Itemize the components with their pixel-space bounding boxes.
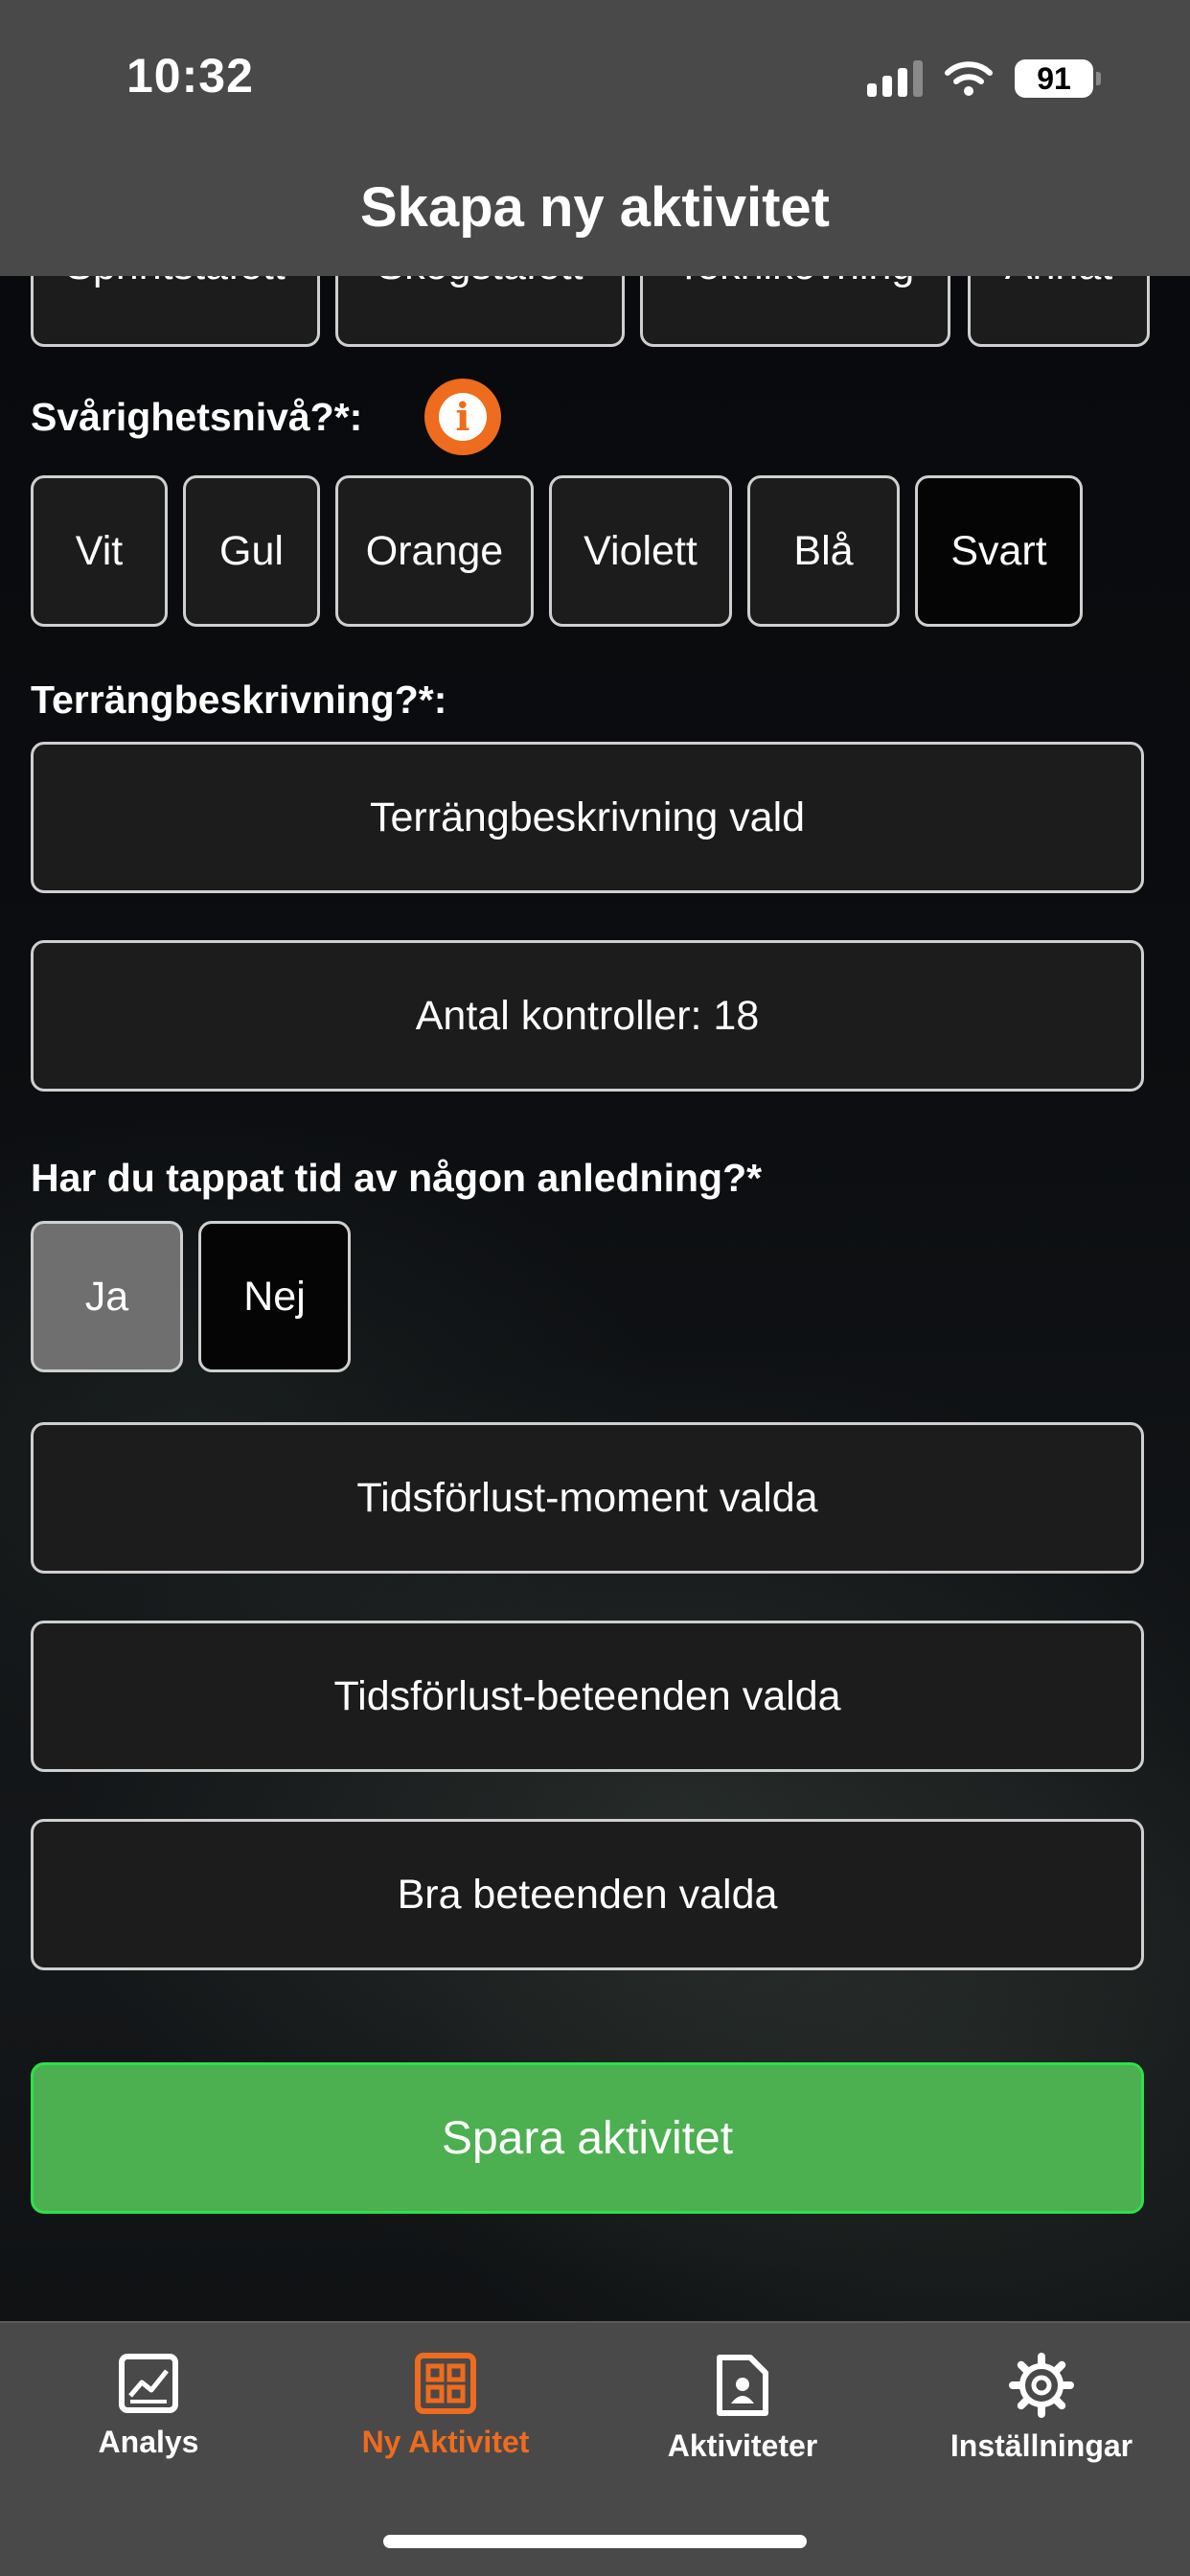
- tab-installningar[interactable]: Inställningar: [893, 2323, 1190, 2476]
- difficulty-violett[interactable]: Violett: [549, 475, 732, 627]
- chart-icon: [119, 2354, 178, 2413]
- time-loss-yes[interactable]: Ja: [31, 1221, 183, 1372]
- difficulty-svart[interactable]: Svart: [915, 475, 1083, 627]
- time-loss-label: Har du tappat tid av någon anledning?*: [31, 1156, 763, 1200]
- tab-label: Inställningar: [950, 2428, 1133, 2463]
- gear-icon: [1009, 2353, 1074, 2418]
- tab-label: Aktiviteter: [667, 2428, 818, 2463]
- difficulty-orange[interactable]: Orange: [335, 475, 534, 627]
- time-loss-no[interactable]: Nej: [198, 1221, 351, 1372]
- time-loss-moments-button[interactable]: Tidsförlust-moment valda: [31, 1422, 1144, 1574]
- terrain-button[interactable]: Terrängbeskrivning vald: [31, 742, 1144, 893]
- battery-icon: 91: [1015, 59, 1101, 98]
- signal-icon: [867, 60, 923, 97]
- header: 10:32 91 Skapa ny aktivitet: [0, 0, 1190, 276]
- wifi-icon: [945, 61, 993, 96]
- controls-count-button[interactable]: Antal kontroller: 18: [31, 940, 1144, 1092]
- difficulty-bla[interactable]: Blå: [747, 475, 900, 627]
- tab-analys[interactable]: Analys: [0, 2323, 297, 2476]
- home-indicator: [383, 2535, 807, 2548]
- difficulty-vit[interactable]: Vit: [31, 475, 168, 627]
- terrain-label: Terrängbeskrivning?*:: [31, 678, 447, 722]
- tab-ny-aktivitet[interactable]: Ny Aktivitet: [297, 2323, 594, 2476]
- difficulty-gul[interactable]: Gul: [183, 475, 320, 627]
- tab-aktiviteter[interactable]: Aktiviteter: [594, 2323, 891, 2476]
- tab-label: Analys: [98, 2425, 199, 2459]
- time-loss-behaviours-button[interactable]: Tidsförlust-beteenden valda: [31, 1621, 1144, 1772]
- difficulty-label: Svårighetsnivå?*:: [31, 395, 363, 439]
- info-icon[interactable]: i: [424, 379, 501, 455]
- document-user-icon: [717, 2355, 768, 2416]
- save-activity-button[interactable]: Spara aktivitet: [31, 2062, 1144, 2214]
- good-behaviours-button[interactable]: Bra beteenden valda: [31, 1819, 1144, 1970]
- page-title: Skapa ny aktivitet: [360, 176, 830, 239]
- status-time: 10:32: [126, 49, 254, 103]
- tab-bar: Analys Ny Aktivitet Aktiviteter Inställn…: [0, 2321, 1190, 2576]
- grid-icon: [415, 2353, 476, 2414]
- tab-label: Ny Aktivitet: [361, 2425, 530, 2459]
- status-icons: 91: [867, 58, 1101, 100]
